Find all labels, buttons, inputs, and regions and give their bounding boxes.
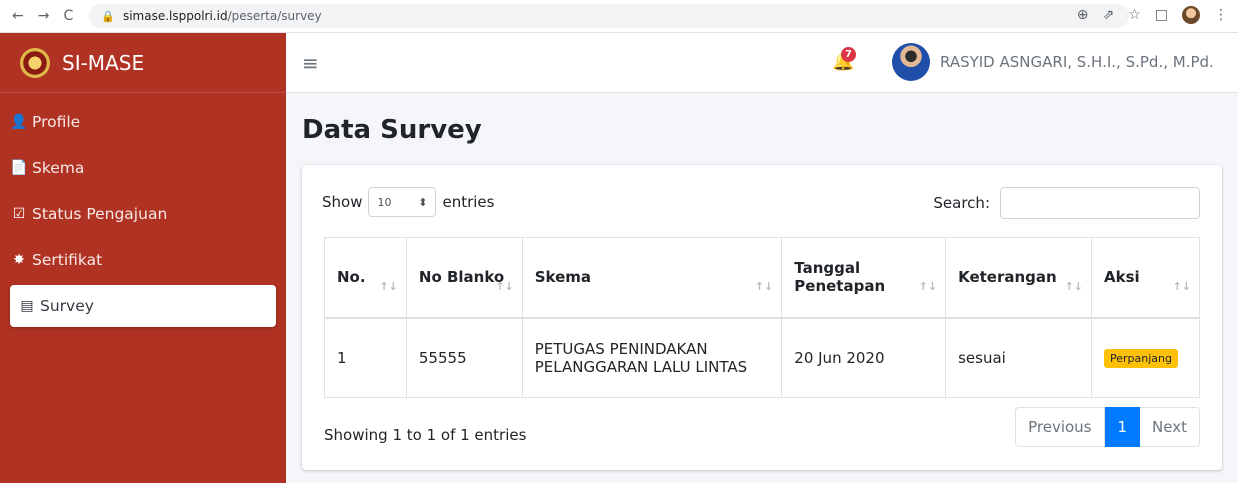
survey-card: Show 10 ⬍ entries Search: No. ↑↓ No Blan… (302, 165, 1222, 470)
sidebar-menu: 👤 Profile 📄 Skema ☑ Status Pengajuan ✸ S… (0, 93, 286, 339)
column-header-no-blanko[interactable]: No Blanko ↑↓ (405, 237, 523, 319)
entries-label: entries (442, 193, 495, 211)
sort-icon: ↑↓ (495, 279, 514, 293)
avatar (892, 43, 930, 81)
search-input[interactable] (1000, 187, 1200, 219)
sidebar-item-label: Skema (32, 159, 85, 177)
show-label: Show (322, 193, 363, 211)
previous-button[interactable]: Previous (1015, 407, 1105, 447)
hamburger-menu-icon[interactable]: ≡ (302, 51, 319, 75)
sidebar-item-sertifikat[interactable]: ✸ Sertifikat (10, 239, 276, 281)
table-info: Showing 1 to 1 of 1 entries (324, 426, 527, 444)
brand-name: SI-MASE (62, 50, 145, 75)
select-arrow-icon: ⬍ (418, 195, 428, 209)
back-icon[interactable]: ← (12, 8, 24, 24)
cell-no: 1 (324, 317, 407, 398)
notification-badge: 7 (841, 47, 856, 62)
sort-icon: ↑↓ (1172, 279, 1191, 293)
cell-aksi: Perpanjang (1091, 317, 1200, 398)
user-name: RASYID ASNGARI, S.H.I., S.Pd., M.Pd. (940, 53, 1214, 71)
user-icon: 👤 (10, 114, 28, 130)
page-length-select[interactable]: 10 ⬍ (368, 187, 437, 217)
forward-icon[interactable]: → (38, 8, 50, 24)
sort-icon: ↑↓ (918, 279, 938, 293)
brand-logo-icon (20, 47, 50, 78)
next-button[interactable]: Next (1140, 407, 1200, 447)
sidebar-item-skema[interactable]: 📄 Skema (10, 147, 276, 189)
survey-icon: ▤ (20, 298, 34, 314)
sidebar-item-status-pengajuan[interactable]: ☑ Status Pengajuan (10, 193, 276, 235)
cell-skema: PETUGAS PENINDAKAN PELANGGARAN LALU LINT… (521, 317, 783, 398)
url-path: /peserta/survey (227, 9, 322, 23)
sidebar-item-survey[interactable]: ▤ Survey (10, 285, 276, 327)
notification-bell[interactable]: 🔔 7 (832, 47, 856, 72)
sort-icon: ↑↓ (754, 279, 774, 293)
share-icon[interactable]: ⇗ (1102, 7, 1114, 23)
check-square-icon: ☑ (12, 206, 26, 222)
column-header-aksi[interactable]: Aksi ↑↓ (1091, 237, 1200, 319)
browser-nav: ← → C (0, 8, 73, 24)
profile-icon[interactable] (1182, 6, 1200, 24)
zoom-icon[interactable]: ⊕ (1077, 7, 1089, 23)
page-title: Data Survey (302, 115, 482, 145)
cell-keterangan: sesuai (945, 317, 1092, 398)
file-icon: 📄 (10, 160, 28, 176)
column-header-tanggal-penetapan[interactable]: Tanggal Penetapan ↑↓ (781, 237, 947, 319)
column-header-no[interactable]: No. ↑↓ (324, 237, 407, 319)
pagination: Previous 1 Next (1015, 407, 1200, 447)
main-content: Data Survey Show 10 ⬍ entries Search: No… (286, 93, 1238, 483)
cell-tanggal: 20 Jun 2020 (781, 317, 947, 398)
page-length-value: 10 (377, 195, 392, 209)
sort-icon: ↑↓ (379, 279, 398, 293)
sidebar-item-label: Status Pengajuan (32, 205, 168, 223)
browser-toolbar: ← → C 🔒 simase.lsppolri.id/peserta/surve… (0, 0, 1238, 33)
sidebar-item-profile[interactable]: 👤 Profile (10, 101, 276, 143)
address-bar[interactable]: 🔒 simase.lsppolri.id/peserta/survey (89, 4, 1130, 28)
menu-icon[interactable]: ⋮ (1214, 7, 1228, 23)
search-label: Search: (933, 194, 990, 212)
table-header-row: No. ↑↓ No Blanko ↑↓ Skema ↑↓ Tanggal Pen… (324, 237, 1200, 319)
perpanjang-button[interactable]: Perpanjang (1104, 348, 1178, 368)
brand[interactable]: SI-MASE (0, 33, 286, 93)
browser-actions: ⊕ ⇗ ☆ □ ⋮ (1077, 6, 1228, 24)
sidebar-item-label: Survey (40, 297, 94, 315)
user-menu[interactable]: RASYID ASNGARI, S.H.I., S.Pd., M.Pd. (892, 43, 1214, 81)
survey-table: No. ↑↓ No Blanko ↑↓ Skema ↑↓ Tanggal Pen… (324, 237, 1200, 398)
sidebar: SI-MASE 👤 Profile 📄 Skema ☑ Status Penga… (0, 33, 286, 483)
star-icon[interactable]: ☆ (1128, 7, 1141, 23)
reload-icon[interactable]: C (63, 8, 73, 24)
sidepanel-icon[interactable]: □ (1155, 7, 1168, 23)
sidebar-item-label: Sertifikat (32, 251, 103, 269)
page-length-control: Show 10 ⬍ entries (322, 187, 494, 217)
certificate-icon: ✸ (13, 252, 25, 268)
lock-icon: 🔒 (101, 9, 115, 23)
url-host: simase.lsppolri.id (122, 9, 228, 23)
top-navbar: ≡ 🔔 7 RASYID ASNGARI, S.H.I., S.Pd., M.P… (286, 33, 1238, 93)
column-header-skema[interactable]: Skema ↑↓ (521, 237, 783, 319)
table-row: 1 55555 PETUGAS PENINDAKAN PELANGGARAN L… (324, 317, 1200, 398)
sidebar-item-label: Profile (32, 113, 81, 131)
sort-icon: ↑↓ (1064, 279, 1083, 293)
cell-no-blanko: 55555 (405, 317, 523, 398)
page-1-button[interactable]: 1 (1104, 407, 1141, 447)
column-header-keterangan[interactable]: Keterangan ↑↓ (945, 237, 1092, 319)
search-control: Search: (933, 187, 1200, 219)
